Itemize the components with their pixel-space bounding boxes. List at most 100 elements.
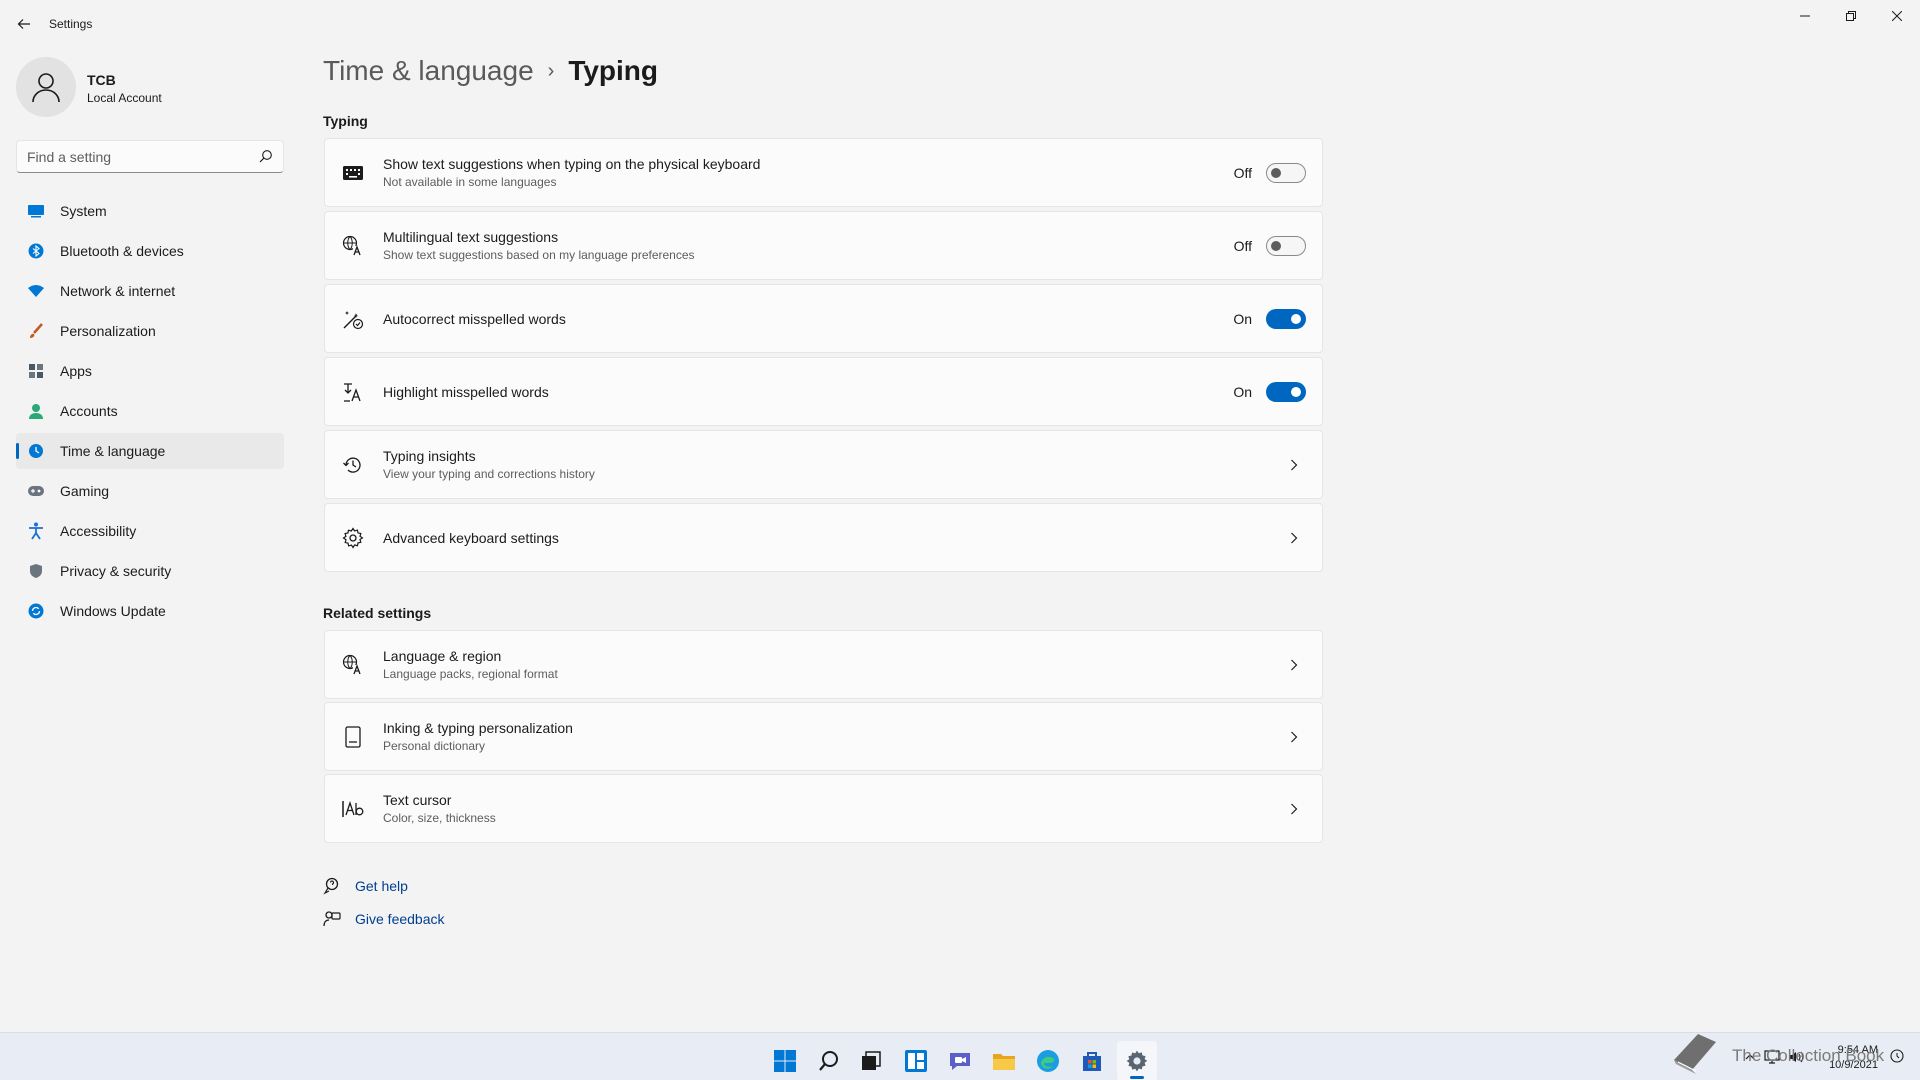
title-bar: Settings <box>0 0 1920 48</box>
sidebar-item-accessibility[interactable]: Accessibility <box>16 513 284 549</box>
setting-title: Autocorrect misspelled words <box>383 310 566 327</box>
toggle-knob <box>1291 386 1301 397</box>
search-box <box>16 140 284 173</box>
sidebar-item-gaming[interactable]: Gaming <box>16 473 284 509</box>
feedback-icon <box>323 910 341 928</box>
sidebar-item-label: Time & language <box>60 443 166 459</box>
chevron-right-icon <box>1286 530 1302 546</box>
setting-text-suggestions: Show text suggestions when typing on the… <box>324 138 1323 207</box>
book-icon <box>1668 1030 1720 1080</box>
sidebar-item-label: Accessibility <box>60 523 137 539</box>
chat-icon[interactable] <box>940 1041 980 1080</box>
brush-icon <box>26 321 46 341</box>
highlight-misspelled-toggle[interactable] <box>1266 381 1306 402</box>
sidebar-item-system[interactable]: System <box>16 193 284 229</box>
setting-autocorrect: Autocorrect misspelled words On <box>324 284 1323 353</box>
minimize-button[interactable] <box>1782 0 1828 32</box>
multilingual-suggestions-toggle[interactable] <box>1266 235 1306 256</box>
toggle-knob <box>1271 167 1281 178</box>
section-title-related: Related settings <box>323 605 432 621</box>
minimize-icon <box>1800 15 1810 17</box>
chevron-right-icon <box>1286 801 1302 817</box>
restore-button[interactable] <box>1828 0 1874 32</box>
autocorrect-toggle[interactable] <box>1266 308 1306 329</box>
sidebar-item-privacy[interactable]: Privacy & security <box>16 553 284 589</box>
setting-subtitle: Language packs, regional format <box>383 667 558 681</box>
file-explorer-icon[interactable] <box>984 1041 1024 1080</box>
sidebar-item-label: Network & internet <box>60 283 176 299</box>
toggle-state-label: Off <box>1233 164 1252 181</box>
highlight-icon <box>341 380 365 404</box>
edge-icon[interactable] <box>1028 1041 1068 1080</box>
sidebar-item-network[interactable]: Network & internet <box>16 273 284 309</box>
related-language-region[interactable]: Language & region Language packs, region… <box>324 630 1323 699</box>
bluetooth-icon <box>26 241 46 261</box>
widgets-icon[interactable] <box>896 1041 936 1080</box>
notebook-icon <box>341 725 365 749</box>
search-icon[interactable] <box>259 149 273 168</box>
person-icon <box>32 73 60 103</box>
setting-title: Language & region <box>383 648 502 664</box>
monitor-icon <box>26 201 46 221</box>
task-view-icon[interactable] <box>851 1041 891 1080</box>
toggle-state-label: On <box>1233 383 1252 400</box>
help-icon <box>323 877 341 895</box>
setting-subtitle: Color, size, thickness <box>383 811 496 825</box>
account-type: Local Account <box>87 91 162 105</box>
text-suggestions-toggle[interactable] <box>1266 162 1306 183</box>
back-arrow-icon <box>17 19 30 29</box>
setting-subtitle: Not available in some languages <box>383 175 557 189</box>
give-feedback-link[interactable]: Give feedback <box>323 910 445 928</box>
search-icon[interactable] <box>809 1041 849 1080</box>
restore-icon <box>1846 11 1856 21</box>
related-inking-typing[interactable]: Inking & typing personalization Personal… <box>324 702 1323 771</box>
wifi-icon <box>26 281 46 301</box>
sidebar-item-label: Bluetooth & devices <box>60 243 184 259</box>
get-help-link[interactable]: Get help <box>323 877 408 895</box>
setting-title: Multilingual text suggestions <box>383 229 559 245</box>
setting-title: Typing insights <box>383 448 476 464</box>
keyboard-icon <box>341 161 365 185</box>
history-icon <box>341 453 365 477</box>
sidebar-item-label: System <box>60 203 107 219</box>
avatar[interactable] <box>16 57 76 117</box>
person-icon <box>26 401 46 421</box>
accessibility-icon <box>26 521 46 541</box>
page-title: Typing <box>568 55 659 86</box>
settings-icon[interactable] <box>1117 1041 1157 1080</box>
setting-title: Highlight misspelled words <box>383 383 549 400</box>
close-icon <box>1892 11 1902 21</box>
app-title: Settings <box>49 17 93 31</box>
store-icon[interactable] <box>1072 1041 1112 1080</box>
setting-typing-insights[interactable]: Typing insights View your typing and cor… <box>324 430 1323 499</box>
sidebar-item-accounts[interactable]: Accounts <box>16 393 284 429</box>
sidebar-item-windows-update[interactable]: Windows Update <box>16 593 284 629</box>
setting-title: Advanced keyboard settings <box>383 529 559 546</box>
setting-title: Text cursor <box>383 792 452 808</box>
gamepad-icon <box>26 481 46 501</box>
breadcrumb-parent[interactable]: Time & language <box>323 55 534 87</box>
sidebar-item-apps[interactable]: Apps <box>16 353 284 389</box>
language-icon <box>341 234 365 258</box>
sidebar-item-personalization[interactable]: Personalization <box>16 313 284 349</box>
search-input[interactable] <box>17 141 283 172</box>
sidebar-item-time-language[interactable]: Time & language <box>16 433 284 469</box>
breadcrumb-separator: › <box>547 59 555 82</box>
related-text-cursor[interactable]: Text cursor Color, size, thickness <box>324 774 1323 843</box>
update-icon <box>26 601 46 621</box>
get-help-label: Get help <box>355 878 408 894</box>
notifications-icon[interactable] <box>1890 1049 1904 1068</box>
setting-subtitle: Show text suggestions based on my langua… <box>383 248 695 262</box>
sidebar-item-label: Accounts <box>60 403 118 419</box>
apps-icon <box>26 361 46 381</box>
globe-clock-icon <box>26 441 46 461</box>
toggle-state-label: Off <box>1233 237 1252 254</box>
close-button[interactable] <box>1874 0 1920 32</box>
start-icon[interactable] <box>765 1041 805 1080</box>
watermark-text: The Collection Book <box>1732 1046 1885 1065</box>
setting-advanced-keyboard[interactable]: Advanced keyboard settings <box>324 503 1323 572</box>
sidebar-item-bluetooth[interactable]: Bluetooth & devices <box>16 233 284 269</box>
chevron-right-icon <box>1286 457 1302 473</box>
setting-subtitle: View your typing and corrections history <box>383 467 595 481</box>
back-button[interactable] <box>12 10 36 38</box>
